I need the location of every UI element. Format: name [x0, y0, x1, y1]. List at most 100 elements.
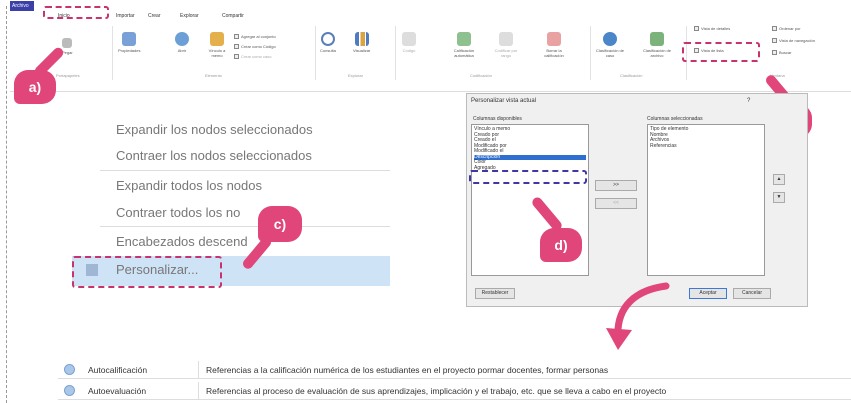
curved-arrow-icon	[606, 282, 670, 350]
abrir-label: Abrir	[177, 48, 187, 53]
vista-detalles-button[interactable]: Vista de detalles	[694, 26, 731, 32]
code-grid-icon	[402, 32, 416, 46]
table-row[interactable]: Autocalificación Referencias a la califi…	[58, 361, 851, 379]
agregar-button[interactable]: Agregar al conjunto	[234, 34, 276, 40]
crear-codigo-button[interactable]: Crear como Código	[234, 44, 276, 50]
node-description: Referencias a la calificación numérica d…	[206, 365, 609, 375]
buscar-label: Buscar	[779, 50, 792, 55]
sort-icon	[772, 26, 777, 32]
menu-item-contraer-seleccionados[interactable]: Contraer los nodos seleccionados	[116, 148, 312, 163]
erase-code-icon	[547, 32, 561, 46]
consulta-button[interactable]: Consulta	[320, 32, 336, 53]
cancel-button[interactable]: Cancelar	[733, 288, 771, 299]
clasif-archivo-button[interactable]: Clasificación de archivo	[642, 32, 672, 58]
dialog-title: Personalizar vista actual	[471, 98, 537, 104]
screenshot: Archivo Inicio Importar Crear Explorar C…	[0, 0, 851, 403]
column-divider	[198, 361, 199, 379]
codigo-label: Código	[402, 48, 416, 53]
globe-icon	[603, 32, 617, 46]
group-elemento: Elemento	[205, 73, 222, 78]
reset-button[interactable]: Restablecer	[475, 288, 515, 299]
ordenar-button[interactable]: Ordenar por	[772, 26, 801, 32]
borrar-button[interactable]: Borrar la calificación	[540, 32, 568, 58]
menu-item-expandir-todos[interactable]: Expandir todos los nodos	[116, 178, 262, 193]
node-icon	[64, 385, 75, 396]
hand-pointer-d: d)	[540, 228, 582, 262]
abrir-button[interactable]: Abrir	[175, 32, 189, 53]
menu-separator	[100, 226, 390, 227]
menu-item-contraer-todos[interactable]: Contraer todos los no	[116, 205, 240, 220]
ribbon-separator	[112, 26, 113, 80]
paste-icon	[62, 38, 73, 48]
ribbon-separator	[395, 26, 396, 80]
case-icon	[234, 54, 239, 60]
chart-icon	[354, 32, 369, 46]
accept-button[interactable]: Aceptar	[689, 288, 727, 299]
check-icon	[772, 50, 777, 56]
personalizar-dashed-highlight	[72, 256, 222, 288]
codificar-button[interactable]: Codificar por rango	[494, 32, 518, 58]
auto-code-icon	[457, 32, 471, 46]
vista-lista-highlight	[682, 42, 760, 62]
buscar-checkbox[interactable]: Buscar	[772, 50, 792, 56]
node-name: Autoevaluación	[88, 386, 147, 396]
group-explorar: Explorar	[348, 73, 363, 78]
properties-icon	[122, 32, 137, 46]
group-portapapeles: Portapapeles	[56, 73, 80, 78]
tab-inicio[interactable]: Inicio	[58, 13, 70, 19]
selected-columns-label: Columnas seleccionadas	[647, 116, 703, 122]
vista-detalles-label: Vista de detalles	[701, 26, 731, 31]
visualizar-button[interactable]: Visualizar	[353, 32, 370, 53]
calif-auto-button[interactable]: Calificación automática	[450, 32, 478, 58]
table-row[interactable]: Autoevaluación Referencias al proceso de…	[58, 382, 851, 400]
annotation-c: c)	[273, 216, 287, 232]
remove-column-button[interactable]: <<	[595, 198, 637, 209]
code-icon	[234, 44, 239, 50]
add-column-button[interactable]: >>	[595, 180, 637, 191]
tab-importar[interactable]: Importar	[116, 13, 135, 19]
left-dashed-border	[6, 6, 7, 403]
clasif-caso-label: Clasificación de caso	[595, 48, 624, 58]
consulta-label: Consulta	[320, 48, 336, 53]
clasif-caso-button[interactable]: Clasificación de caso	[595, 32, 625, 58]
codificar-label: Codificar por rango	[494, 48, 518, 58]
node-icon	[64, 364, 75, 375]
ribbon-separator	[315, 26, 316, 80]
crear-caso-label: Crear como caso	[241, 54, 272, 59]
propiedades-label: Propiedades	[118, 48, 141, 53]
clasif-archivo-label: Clasificación de archivo	[642, 48, 671, 58]
list-item[interactable]: Referencias	[650, 143, 762, 150]
crear-caso-button[interactable]: Crear como caso	[234, 54, 272, 60]
move-up-button[interactable]: ▲	[773, 174, 785, 185]
crear-codigo-label: Crear como Código	[241, 44, 276, 49]
move-down-button[interactable]: ▼	[773, 192, 785, 203]
dialog-help-button[interactable]: ?	[747, 98, 750, 104]
node-description: Referencias al proceso de evaluación de …	[206, 386, 667, 396]
codigo-button[interactable]: Código	[402, 32, 416, 53]
tab-compartir[interactable]: Compartir	[222, 13, 244, 19]
range-code-icon	[499, 32, 513, 46]
annotation-d: d)	[554, 237, 568, 253]
tab-explorar[interactable]: Explorar	[180, 13, 199, 19]
file-class-icon	[650, 32, 664, 46]
tab-crear[interactable]: Crear	[148, 13, 161, 19]
menu-item-encabezados[interactable]: Encabezados descend	[116, 234, 248, 249]
ribbon-separator	[590, 26, 591, 80]
propiedades-button[interactable]: Propiedades	[118, 32, 140, 53]
tab-inicio-highlight	[43, 6, 109, 19]
tab-archivo[interactable]: Archivo	[10, 1, 34, 11]
visualizar-label: Visualizar	[353, 48, 371, 53]
vista-nav-label: Vista de navegación	[779, 38, 815, 43]
hand-pointer-a: a)	[14, 70, 56, 104]
vinculo-button[interactable]: Vínculo a memo	[205, 32, 229, 58]
annotation-a: a)	[28, 79, 42, 95]
selected-columns-list[interactable]: Tipo de elemento Nombre Archivos Referen…	[647, 124, 765, 276]
vista-nav-checkbox[interactable]: Vista de navegación	[772, 38, 815, 44]
personalizar-dialog: Personalizar vista actual ? Columnas dis…	[466, 93, 808, 307]
add-icon	[234, 34, 239, 40]
group-codificacion: Codificación	[470, 73, 492, 78]
menu-separator	[100, 170, 390, 171]
agregar-label: Agregar al conjunto	[241, 34, 276, 39]
available-columns-label: Columnas disponibles	[473, 116, 522, 122]
menu-item-expandir-seleccionados[interactable]: Expandir los nodos seleccionados	[116, 122, 313, 137]
